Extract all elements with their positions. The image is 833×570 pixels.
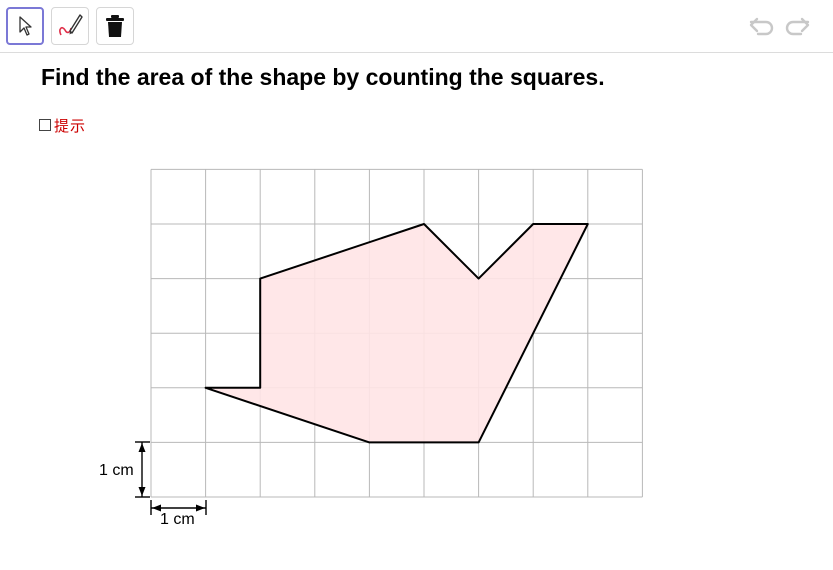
arrow-up-icon: [138, 443, 146, 452]
arrow-right-icon: [196, 504, 205, 512]
vertical-scale-label: 1 cm: [99, 462, 134, 479]
grid-canvas: 1 cm 1 cm: [99, 168, 643, 528]
horizontal-scale: 1 cm: [150, 500, 207, 528]
shape-polygon: [204, 223, 589, 444]
horizontal-scale-label: 1 cm: [160, 511, 195, 528]
vertical-scale: 1 cm: [99, 441, 150, 498]
arrow-down-icon: [138, 487, 146, 496]
